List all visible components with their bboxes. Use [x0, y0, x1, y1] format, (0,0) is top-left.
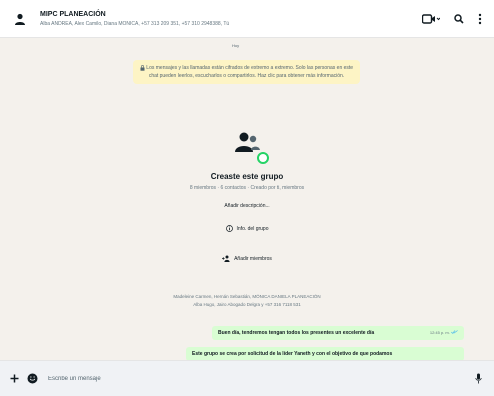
more-vertical-icon [478, 13, 482, 24]
add-members-label: Añadir miembros [234, 255, 272, 262]
encryption-notice-text: Los mensajes y las llamadas están cifrad… [146, 65, 354, 79]
message-input[interactable] [46, 374, 475, 383]
add-person-icon [222, 255, 230, 262]
group-info-button[interactable]: Info. del grupo [225, 225, 269, 232]
menu-button[interactable] [478, 13, 482, 25]
microphone-icon [475, 373, 482, 384]
group-created-card: Creaste este grupo 8 miembros · 6 contac… [150, 128, 344, 267]
sticker-icon [27, 373, 38, 384]
group-avatar[interactable] [6, 5, 34, 33]
search-icon [454, 13, 464, 24]
chat-area[interactable]: Hoy Los mensajes y las llamadas están ci… [0, 38, 494, 360]
chat-header: MIPC PLANEACIÓN Alba ANDREA, Alex Camilo… [0, 0, 494, 38]
date-divider: Hoy [232, 43, 240, 48]
edit-badge-icon [257, 152, 269, 164]
message-time-text: 12:45 p. m. [429, 330, 450, 335]
group-name: MIPC PLANEACIÓN [40, 10, 106, 18]
encryption-notice[interactable]: Los mensajes y las llamadas están cifrad… [133, 60, 360, 84]
system-message-line: Madeleine Carmen, Hernán Sebastián, MÓNI… [173, 294, 321, 299]
system-message: Madeleine Carmen, Hernán Sebastián, MÓNI… [140, 293, 354, 309]
system-message-line: Alba Hugo, Jairo Abogado Delgra y +57 31… [193, 302, 301, 307]
message-text: Buen día, tendremos tengan todos los pre… [218, 330, 375, 336]
info-icon [225, 225, 233, 232]
group-members-list: Alba ANDREA, Alex Camilo, Diana MONICA, … [40, 20, 230, 27]
search-button[interactable] [454, 13, 464, 24]
video-camera-icon [422, 13, 440, 24]
voice-message-button[interactable] [475, 373, 482, 384]
group-created-icon-wrap [231, 128, 269, 164]
group-info-label: Info. del grupo [236, 225, 269, 232]
group-avatar-icon [15, 13, 25, 25]
lock-icon [140, 64, 145, 71]
message-text: Este grupo se crea por solicitud de la l… [192, 351, 393, 357]
plus-icon [10, 374, 19, 383]
double-check-icon [451, 330, 458, 334]
header-actions [422, 13, 482, 25]
group-created-title: Creaste este grupo [210, 172, 284, 181]
attach-button[interactable] [10, 374, 19, 383]
message-composer [0, 360, 494, 396]
outgoing-message[interactable]: Este grupo se crea por solicitud de la l… [186, 347, 464, 360]
outgoing-message[interactable]: Buen día, tendremos tengan todos los pre… [212, 326, 464, 340]
video-call-button[interactable] [422, 13, 440, 24]
add-members-button[interactable]: Añadir miembros [222, 255, 272, 262]
message-time: 12:45 p. m. [430, 326, 458, 340]
chat-header-info[interactable]: MIPC PLANEACIÓN Alba ANDREA, Alex Camilo… [40, 10, 422, 28]
emoji-button[interactable] [27, 373, 38, 384]
group-created-subtitle: 8 miembros · 6 contactos · Creado por ti… [189, 185, 305, 191]
